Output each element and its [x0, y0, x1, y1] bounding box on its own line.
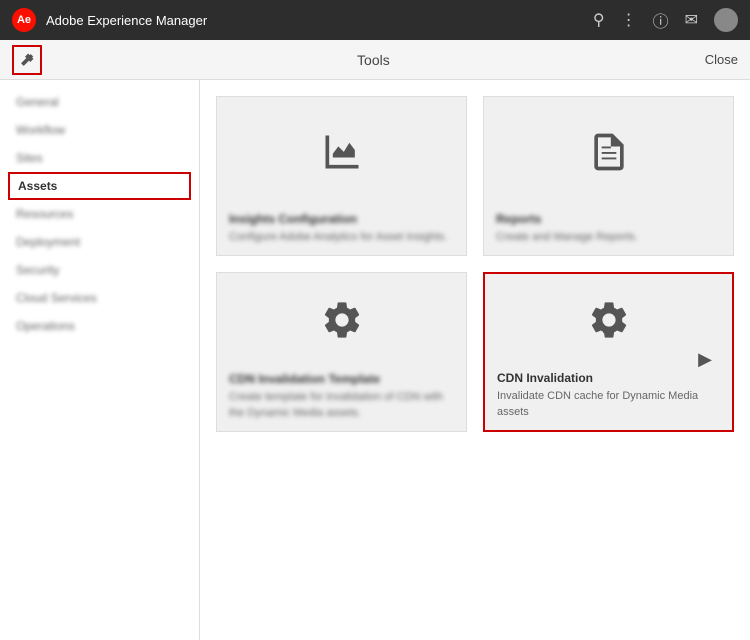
card-desc-insights: Configure Adobe Analytics for Asset Insi… [229, 230, 454, 245]
user-avatar[interactable] [714, 8, 738, 32]
gear-edit-icon [320, 298, 364, 347]
card-title-cdn-template: CDN Invalidation Template [229, 372, 454, 386]
card-cdn-template[interactable]: CDN Invalidation Template Create templat… [216, 272, 467, 432]
sidebar-item-deployment[interactable]: Deployment [0, 228, 199, 256]
sidebar-item-resources[interactable]: Resources [0, 200, 199, 228]
cdn-gear-icon [587, 298, 631, 347]
card-desc-cdn-template: Create template for invalidation of CDN … [229, 390, 454, 421]
sidebar-item-sites[interactable]: Sites [0, 144, 199, 172]
card-icon-area-cdn-template [217, 273, 466, 364]
card-cdn-invalidation[interactable]: ▶ CDN Invalidation Invalidate CDN cache … [483, 272, 734, 432]
sidebar-item-assets[interactable]: Assets [8, 172, 191, 200]
card-info-reports: Reports Create and Manage Reports. [484, 204, 733, 255]
card-icon-area-cdn [485, 274, 732, 363]
search-icon[interactable]: ⚲ [593, 10, 605, 30]
second-bar: Tools Close [0, 40, 750, 80]
card-desc-cdn-invalidation: Invalidate CDN cache for Dynamic Media a… [497, 389, 720, 420]
aem-logo: Ae [12, 8, 36, 32]
chart-icon [320, 130, 364, 179]
tools-label: Tools [42, 52, 705, 68]
cards-grid: Insights Configuration Configure Adobe A… [216, 96, 734, 432]
help-icon[interactable]: ⓘ [653, 8, 669, 32]
main-content: General Workflow Sites Assets Resources … [0, 80, 750, 640]
card-insights[interactable]: Insights Configuration Configure Adobe A… [216, 96, 467, 256]
hammer-button[interactable] [12, 45, 42, 75]
card-icon-area-insights [217, 97, 466, 204]
report-icon [587, 130, 631, 179]
sidebar-item-cloud-services[interactable]: Cloud Services [0, 284, 199, 312]
card-info-insights: Insights Configuration Configure Adobe A… [217, 204, 466, 255]
sidebar-item-operations[interactable]: Operations [0, 312, 199, 340]
sidebar-item-security[interactable]: Security [0, 256, 199, 284]
cursor-indicator: ▶ [698, 349, 712, 370]
sidebar-item-general[interactable]: General [0, 88, 199, 116]
app-title: Adobe Experience Manager [46, 13, 583, 28]
card-title-reports: Reports [496, 212, 721, 226]
close-button[interactable]: Close [705, 52, 738, 67]
grid-icon[interactable]: ⋮ [621, 10, 637, 30]
card-info-cdn-invalidation: CDN Invalidation Invalidate CDN cache fo… [485, 363, 732, 430]
card-reports[interactable]: Reports Create and Manage Reports. [483, 96, 734, 256]
sidebar-item-workflow[interactable]: Workflow [0, 116, 199, 144]
content-area: Insights Configuration Configure Adobe A… [200, 80, 750, 640]
card-info-cdn-template: CDN Invalidation Template Create templat… [217, 364, 466, 431]
hammer-icon [19, 52, 35, 68]
logo-text: Ae [17, 14, 31, 26]
bell-icon[interactable]: ✉ [685, 10, 698, 30]
sidebar: General Workflow Sites Assets Resources … [0, 80, 200, 640]
card-title-insights: Insights Configuration [229, 212, 454, 226]
top-bar-icons: ⚲ ⋮ ⓘ ✉ [593, 8, 738, 32]
top-bar: Ae Adobe Experience Manager ⚲ ⋮ ⓘ ✉ [0, 0, 750, 40]
card-title-cdn-invalidation: CDN Invalidation [497, 371, 720, 385]
card-icon-area-reports [484, 97, 733, 204]
card-desc-reports: Create and Manage Reports. [496, 230, 721, 245]
